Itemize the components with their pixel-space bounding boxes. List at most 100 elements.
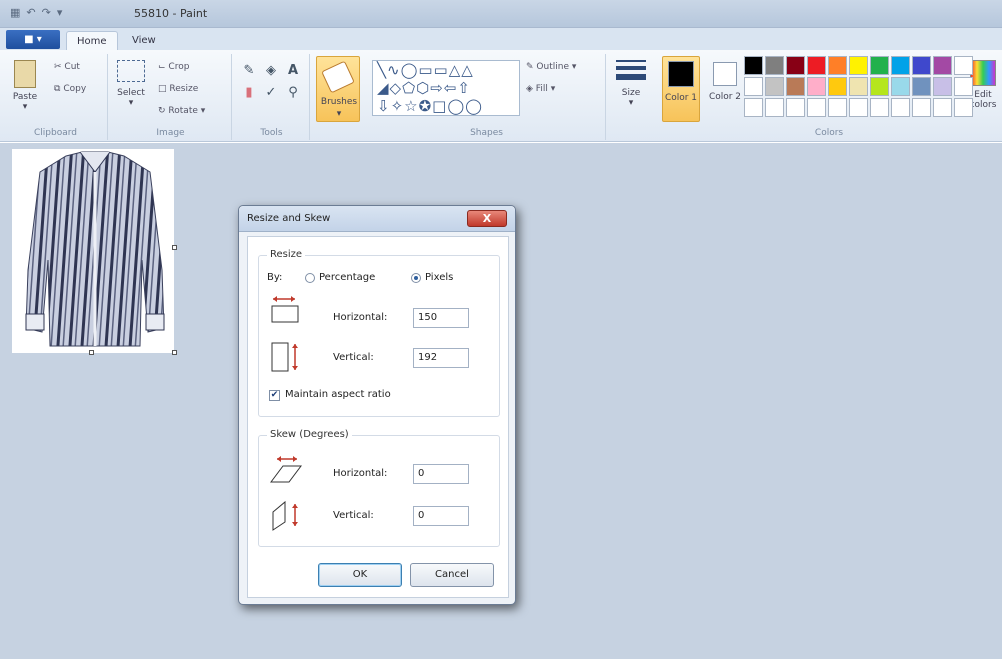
pencil-icon[interactable]: ✎: [240, 62, 258, 80]
palette-swatch[interactable]: [912, 56, 931, 75]
tab-view[interactable]: View: [122, 31, 166, 50]
vertical-resize-input[interactable]: 192: [413, 348, 469, 368]
palette-swatch[interactable]: [765, 77, 784, 96]
customize-qat-icon[interactable]: ▾: [57, 6, 63, 19]
palette-swatch-empty[interactable]: [954, 77, 973, 96]
dialog-title-bar: Resize and Skew X: [239, 206, 515, 232]
palette-swatch-empty[interactable]: [912, 98, 931, 117]
palette-swatch-empty[interactable]: [891, 98, 910, 117]
palette-swatch[interactable]: [807, 77, 826, 96]
maintain-aspect-checkbox[interactable]: ✔: [269, 390, 280, 401]
palette-swatch[interactable]: [891, 56, 910, 75]
dialog-close-button[interactable]: X: [467, 210, 507, 227]
ok-button[interactable]: OK: [318, 563, 402, 587]
select-button[interactable]: Select ▾: [114, 60, 148, 108]
paste-icon: [14, 60, 36, 88]
palette-swatch[interactable]: [786, 77, 805, 96]
palette-swatch[interactable]: [744, 77, 763, 96]
palette-swatch-empty[interactable]: [870, 98, 889, 117]
brushes-group: Brushes ▾: [312, 54, 366, 140]
outline-button[interactable]: ✎ Outline ▾: [526, 62, 576, 72]
copy-button[interactable]: ⧉ Copy: [54, 84, 86, 94]
palette-swatch-empty[interactable]: [765, 98, 784, 117]
vertical-resize-icon: [271, 342, 298, 372]
palette-swatch-empty[interactable]: [786, 98, 805, 117]
palette-swatch[interactable]: [870, 77, 889, 96]
redo-icon[interactable]: ↷: [42, 6, 51, 19]
image-group-label: Image: [156, 128, 185, 138]
shapes-group: ╲∿◯▭▭△△ ◢◇⬠⬡⇨⇦⇧ ⇩✧☆✪□◯◯ ✎ Outline ▾ ◈ Fi…: [368, 54, 606, 140]
undo-icon[interactable]: ↶: [26, 6, 35, 19]
crop-icon: ⌙: [158, 62, 166, 72]
magnifier-icon[interactable]: ⚲: [284, 84, 302, 102]
ribbon-tabs: ■ ▾ Home View: [0, 28, 1002, 50]
palette-swatch-empty[interactable]: [954, 56, 973, 75]
window-title: 55810 - Paint: [134, 7, 208, 20]
resize-button[interactable]: □ Resize: [158, 84, 198, 94]
palette-swatch[interactable]: [828, 77, 847, 96]
palette-swatch-empty[interactable]: [954, 98, 973, 117]
skew-horizontal-label: Horizontal:: [333, 468, 388, 479]
size-button[interactable]: Size ▾: [612, 56, 650, 108]
horizontal-skew-icon: [270, 456, 302, 483]
palette-swatch-empty[interactable]: [744, 98, 763, 117]
horizontal-resize-input[interactable]: 150: [413, 308, 469, 328]
skew-horizontal-input[interactable]: 0: [413, 464, 469, 484]
horizontal-label: Horizontal:: [333, 312, 388, 323]
resize-handle-right[interactable]: [172, 245, 177, 250]
palette-swatch[interactable]: [744, 56, 763, 75]
rotate-button[interactable]: ↻ Rotate ▾: [158, 106, 205, 116]
color-picker-icon[interactable]: ✓: [262, 84, 280, 102]
maintain-aspect-label: Maintain aspect ratio: [285, 389, 391, 400]
palette-swatch[interactable]: [849, 77, 868, 96]
skew-fieldset: Skew (Degrees) Horizontal: 0 Vertical: 0: [258, 429, 500, 547]
palette-swatch[interactable]: [765, 56, 784, 75]
line-size-icon: [616, 60, 646, 80]
shapes-gallery[interactable]: ╲∿◯▭▭△△ ◢◇⬠⬡⇨⇦⇧ ⇩✧☆✪□◯◯: [372, 60, 520, 116]
horizontal-resize-icon: [271, 296, 299, 323]
dialog-title: Resize and Skew: [247, 213, 331, 224]
save-icon[interactable]: ▦: [10, 6, 20, 19]
paint-menu-button[interactable]: ■ ▾: [6, 30, 60, 49]
palette-swatch[interactable]: [891, 77, 910, 96]
resize-fieldset: Resize By: Percentage Pixels Horizontal:…: [258, 249, 500, 417]
eraser-icon[interactable]: ▮: [240, 84, 258, 102]
palette-swatch[interactable]: [912, 77, 931, 96]
color2-button[interactable]: Color 2: [706, 56, 744, 102]
skew-vertical-input[interactable]: 0: [413, 506, 469, 526]
palette-swatch[interactable]: [870, 56, 889, 75]
palette-swatch[interactable]: [933, 56, 952, 75]
outline-icon: ✎: [526, 62, 534, 72]
crop-button[interactable]: ⌙ Crop: [158, 62, 189, 72]
palette-swatch[interactable]: [933, 77, 952, 96]
palette-swatch[interactable]: [828, 56, 847, 75]
palette-swatch-empty[interactable]: [849, 98, 868, 117]
palette-swatch[interactable]: [786, 56, 805, 75]
palette-swatch-empty[interactable]: [828, 98, 847, 117]
paste-button[interactable]: Paste ▾: [10, 60, 40, 112]
title-bar: ▦ ↶ ↷ ▾ 55810 - Paint: [0, 0, 1002, 28]
percentage-radio[interactable]: [305, 273, 315, 283]
palette-swatch-empty[interactable]: [807, 98, 826, 117]
chevron-down-icon: ▾: [22, 102, 28, 112]
color1-button[interactable]: Color 1: [662, 56, 700, 122]
chevron-down-icon: ▾: [336, 109, 342, 119]
resize-handle-corner[interactable]: [172, 350, 177, 355]
percentage-label: Percentage: [319, 272, 376, 283]
resize-icon: □: [158, 84, 167, 94]
tab-home[interactable]: Home: [66, 31, 118, 50]
text-icon[interactable]: A: [284, 62, 302, 80]
pixels-radio[interactable]: [411, 273, 421, 283]
fill-bucket-icon[interactable]: ◈: [262, 62, 280, 80]
fill-button[interactable]: ◈ Fill ▾: [526, 84, 555, 94]
palette-swatch[interactable]: [807, 56, 826, 75]
shapes-row-1: ╲∿◯▭▭△△: [377, 61, 474, 79]
chevron-down-icon: ▾: [200, 106, 206, 116]
resize-handle-bottom[interactable]: [89, 350, 94, 355]
shapes-row-3: ⇩✧☆✪□◯◯: [377, 97, 483, 115]
brushes-button[interactable]: Brushes ▾: [316, 56, 360, 122]
cut-button[interactable]: ✂ Cut: [54, 62, 80, 72]
palette-swatch-empty[interactable]: [933, 98, 952, 117]
palette-swatch[interactable]: [849, 56, 868, 75]
cancel-button[interactable]: Cancel: [410, 563, 494, 587]
